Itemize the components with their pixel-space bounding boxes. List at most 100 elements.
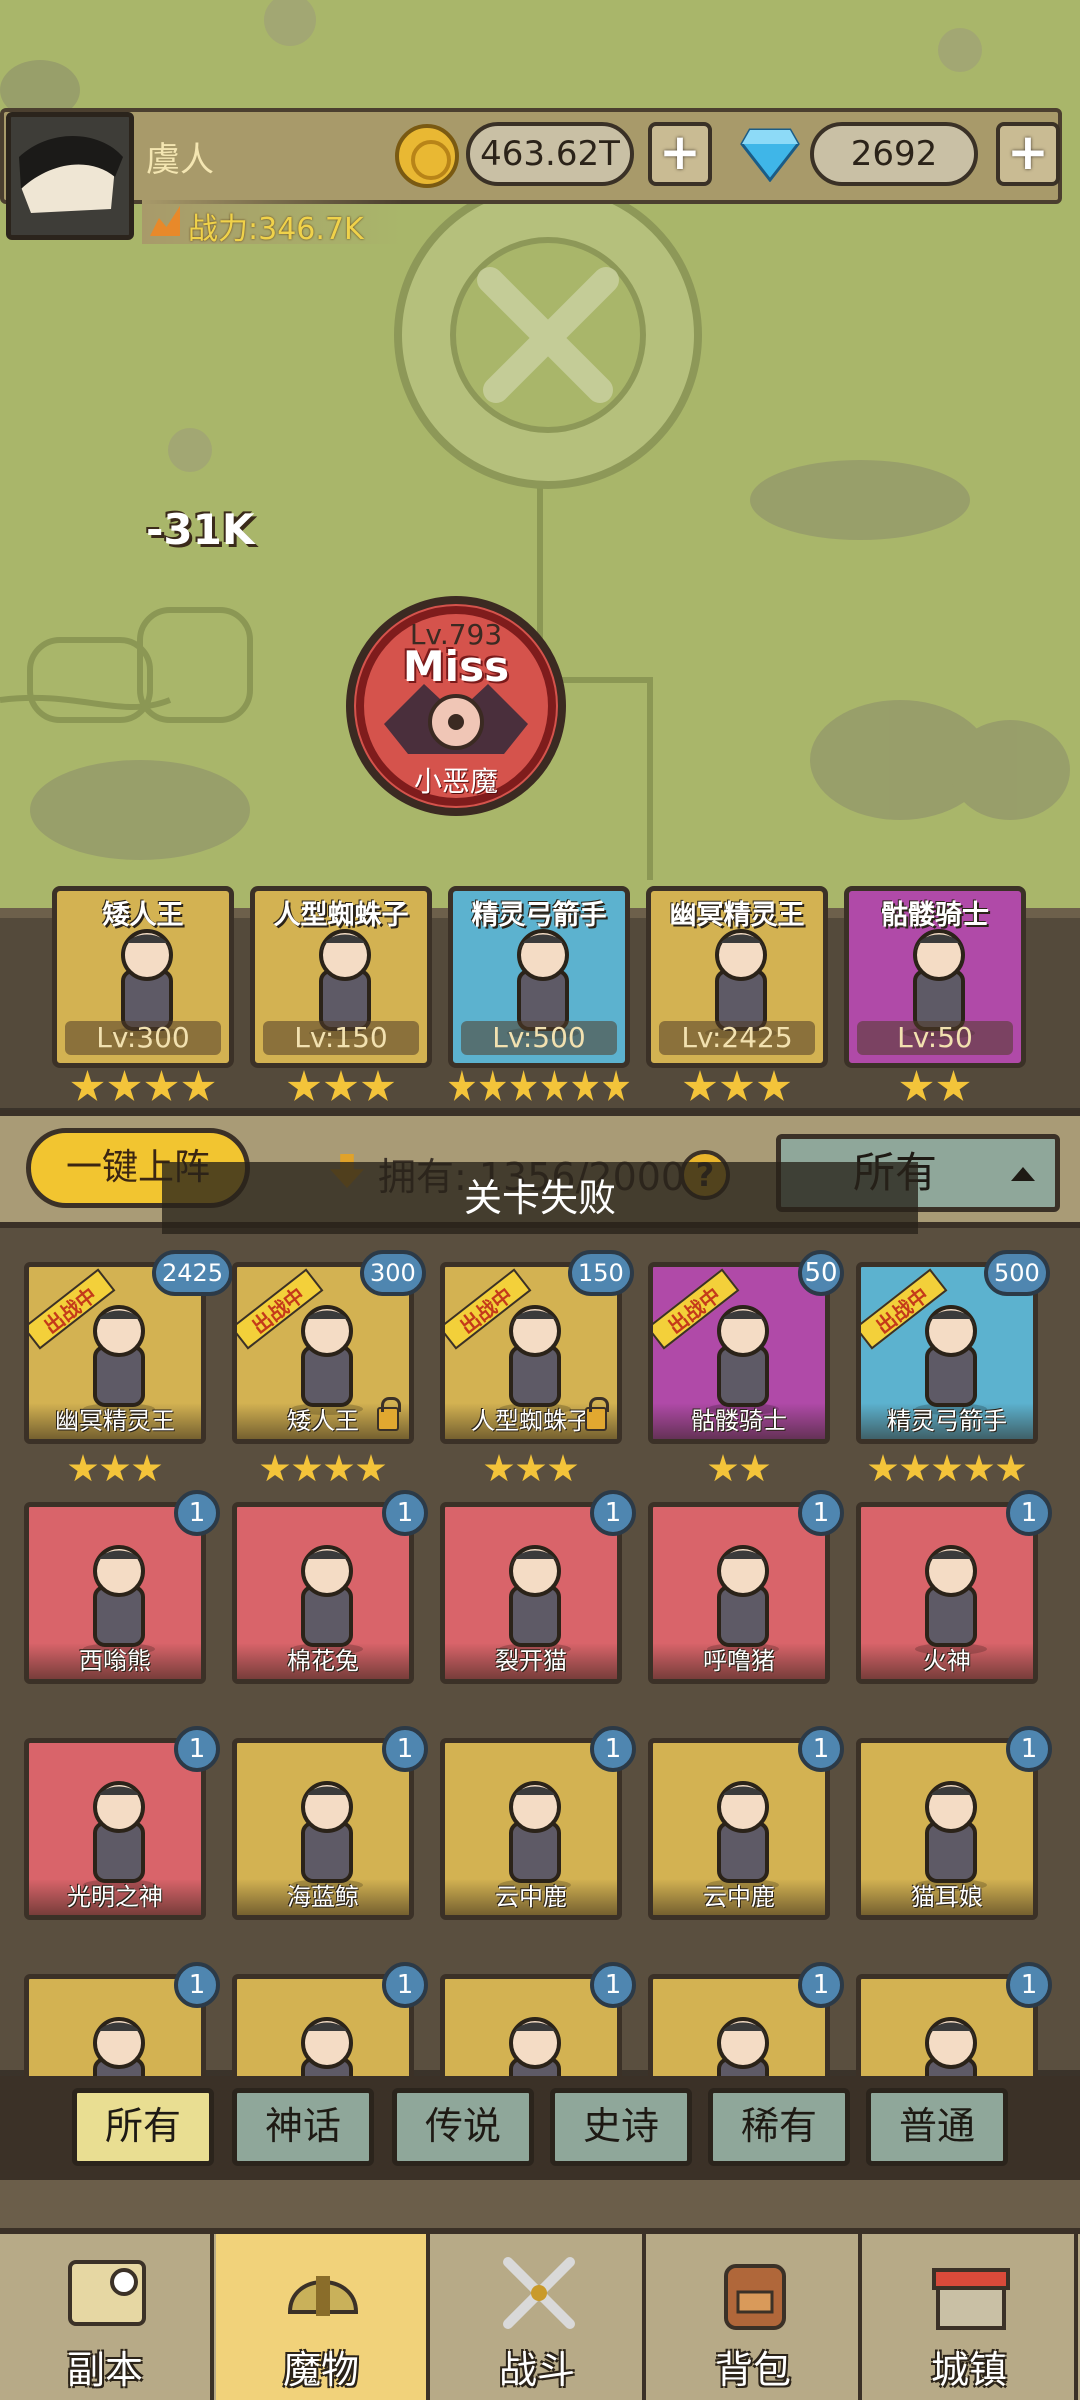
monster-card[interactable]: 棉花兔	[232, 1502, 414, 1684]
monster-card[interactable]: 猫耳娘	[856, 1738, 1038, 1920]
filter-tab[interactable]: 稀有	[708, 2088, 850, 2166]
squad-stars	[646, 1070, 828, 1106]
count-badge: 1	[382, 1490, 428, 1536]
nav-tab[interactable]: 背包	[648, 2234, 862, 2400]
card-stars	[856, 1454, 1038, 1484]
nav-tab[interactable]: 城镇	[864, 2234, 1078, 2400]
character-art	[499, 1781, 571, 1891]
monster-card[interactable]: 骷髅骑士 出战中	[648, 1262, 830, 1444]
star-icon	[132, 1454, 162, 1482]
character-art	[509, 2017, 561, 2082]
character-art	[707, 1781, 779, 1891]
nav-tab[interactable]: 战斗	[432, 2234, 646, 2400]
star-icon	[964, 1454, 994, 1482]
star-icon	[571, 1070, 599, 1101]
nav-tab[interactable]: 魔物	[216, 2234, 430, 2400]
monster-name: 呼噜猪	[653, 1643, 825, 1679]
count-badge: 1	[798, 1726, 844, 1772]
star-icon	[292, 1454, 322, 1482]
monster-name: 云中鹿	[653, 1879, 825, 1915]
squad-level: Lv:2425	[659, 1021, 815, 1055]
shop-icon	[932, 2268, 1010, 2330]
star-icon	[900, 1454, 930, 1482]
filter-tab[interactable]: 普通	[866, 2088, 1008, 2166]
squad-level: Lv:500	[461, 1021, 617, 1055]
star-icon	[720, 1070, 754, 1101]
monster-card[interactable]: 云中鹿	[440, 1738, 622, 1920]
nav-label: 副本	[66, 2348, 143, 2392]
monster-card[interactable]: 光明之神	[24, 1738, 206, 1920]
squad-name: 幽冥精灵王	[669, 900, 805, 931]
star-icon	[448, 1070, 476, 1101]
star-icon	[510, 1070, 537, 1101]
filter-tab[interactable]: 所有	[72, 2088, 214, 2166]
star-icon	[516, 1454, 546, 1482]
card-stars	[648, 1454, 830, 1484]
star-icon	[356, 1454, 386, 1482]
player-name: 虞人	[146, 140, 214, 180]
star-icon	[548, 1454, 578, 1482]
filter-tab[interactable]: 神话	[232, 2088, 374, 2166]
damage-number: -31K	[146, 505, 255, 554]
squad-slot[interactable]: 人型蜘蛛子 Lv:150	[250, 886, 432, 1068]
nav-tab[interactable]: 副本	[0, 2234, 214, 2400]
star-icon	[324, 1070, 358, 1101]
count-badge: 500	[984, 1250, 1050, 1296]
star-icon	[484, 1454, 514, 1482]
star-icon	[900, 1070, 933, 1101]
monster-name: 裂开猫	[445, 1643, 617, 1679]
squad-stars	[448, 1070, 630, 1106]
squad-level: Lv:50	[857, 1021, 1013, 1055]
star-icon	[868, 1454, 898, 1482]
monster-card[interactable]: 裂开猫	[440, 1502, 622, 1684]
lock-icon	[377, 1397, 401, 1431]
squad-name: 人型蜘蛛子	[273, 900, 409, 931]
monster-card[interactable]: 云中鹿	[648, 1738, 830, 1920]
squad-slot[interactable]: 幽冥精灵王 Lv:2425	[646, 886, 828, 1068]
helmet-icon	[287, 2276, 359, 2316]
card-stars	[232, 1454, 414, 1484]
character-art	[301, 2017, 353, 2082]
star-icon	[541, 1070, 568, 1101]
character-art	[915, 1781, 987, 1891]
gold-coin-icon	[395, 124, 459, 188]
squad-stars	[250, 1070, 432, 1106]
monster-card[interactable]: 西嗡熊	[24, 1502, 206, 1684]
caret-up-icon	[1011, 1167, 1035, 1181]
add-gems-button[interactable]: +	[996, 122, 1060, 186]
count-badge: 1	[590, 1490, 636, 1536]
squad-slot[interactable]: 精灵弓箭手 Lv:500	[448, 886, 630, 1068]
squad-level: Lv:300	[65, 1021, 221, 1055]
squad-slot[interactable]: 骷髅骑士 Lv:50	[844, 886, 1026, 1068]
star-icon	[932, 1454, 962, 1482]
add-gold-button[interactable]: +	[648, 122, 712, 186]
gold-amount: 463.62T	[466, 122, 634, 186]
star-icon	[145, 1070, 178, 1101]
star-icon	[708, 1454, 738, 1482]
monster-card[interactable]: 海蓝鲸	[232, 1738, 414, 1920]
character-art	[291, 1545, 363, 1655]
monster-name: 骷髅骑士	[653, 1403, 825, 1439]
squad-name: 矮人王	[102, 900, 184, 931]
squad-slot[interactable]: 矮人王 Lv:300	[52, 886, 234, 1068]
monster-name: 火神	[861, 1643, 1033, 1679]
boss-name: 小恶魔	[413, 765, 498, 798]
avatar[interactable]	[6, 112, 134, 240]
filter-tab[interactable]: 传说	[392, 2088, 534, 2166]
star-icon	[71, 1070, 104, 1101]
character-art	[925, 2017, 977, 2082]
star-icon	[602, 1070, 630, 1101]
count-badge: 150	[568, 1250, 634, 1296]
squad-stars	[844, 1070, 1026, 1106]
star-icon	[100, 1454, 130, 1482]
star-icon	[287, 1070, 321, 1101]
monster-card[interactable]: 呼噜猪	[648, 1502, 830, 1684]
count-badge: 1	[590, 1726, 636, 1772]
filter-tab[interactable]: 史诗	[550, 2088, 692, 2166]
star-icon	[996, 1454, 1026, 1482]
count-badge: 1	[1006, 1962, 1052, 2008]
star-icon	[182, 1070, 215, 1101]
swords-icon	[503, 2257, 575, 2329]
star-icon	[108, 1070, 141, 1101]
monster-card[interactable]: 火神	[856, 1502, 1038, 1684]
